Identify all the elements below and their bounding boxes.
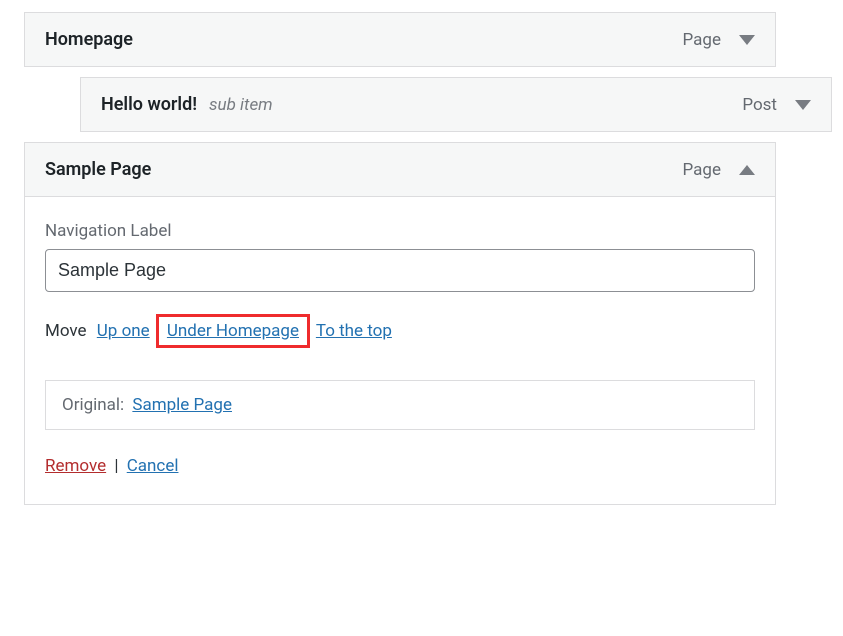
nav-label-input[interactable] (45, 249, 755, 292)
menu-item-body: Navigation Label Move Up one Under Homep… (25, 196, 775, 504)
move-under-homepage-link[interactable]: Under Homepage (167, 321, 299, 341)
menu-item-type: Page (683, 30, 721, 50)
move-label: Move (45, 321, 87, 341)
chevron-down-icon[interactable] (739, 35, 755, 45)
menu-item-header[interactable]: Homepage Page (25, 13, 775, 66)
menu-item-title-wrap: Hello world! sub item (101, 94, 273, 115)
chevron-up-icon[interactable] (739, 165, 755, 175)
actions-row: Remove | Cancel (45, 456, 755, 476)
move-to-top-link[interactable]: To the top (316, 321, 392, 341)
menu-item-title-wrap: Homepage (45, 29, 133, 50)
menu-item-title-wrap: Sample Page (45, 159, 151, 180)
menu-item-right: Page (683, 160, 755, 180)
menu-item-type: Page (683, 160, 721, 180)
move-row: Move Up one Under Homepage To the top (45, 314, 755, 348)
chevron-down-icon[interactable] (795, 100, 811, 110)
highlight-box: Under Homepage (156, 314, 310, 348)
menu-item-sample-page: Sample Page Page Navigation Label Move U… (24, 142, 776, 505)
original-label: Original: (62, 395, 124, 415)
menu-item-header[interactable]: Hello world! sub item Post (81, 78, 831, 131)
actions-divider: | (114, 456, 118, 476)
menu-item-homepage: Homepage Page (24, 12, 776, 67)
original-link[interactable]: Sample Page (132, 395, 232, 415)
menu-item-title: Sample Page (45, 159, 151, 180)
remove-link[interactable]: Remove (45, 456, 106, 476)
menu-item-right: Post (742, 95, 811, 115)
cancel-link[interactable]: Cancel (127, 456, 179, 476)
menu-item-header[interactable]: Sample Page Page (25, 143, 775, 196)
sub-item-label: sub item (209, 95, 273, 115)
menu-item-hello-world: Hello world! sub item Post (80, 77, 832, 132)
original-box: Original: Sample Page (45, 380, 755, 430)
menu-item-title: Homepage (45, 29, 133, 50)
menu-item-title: Hello world! (101, 94, 197, 115)
nav-label-label: Navigation Label (45, 221, 755, 241)
move-up-one-link[interactable]: Up one (97, 321, 150, 341)
menu-item-right: Page (683, 30, 755, 50)
menu-item-type: Post (742, 95, 777, 115)
